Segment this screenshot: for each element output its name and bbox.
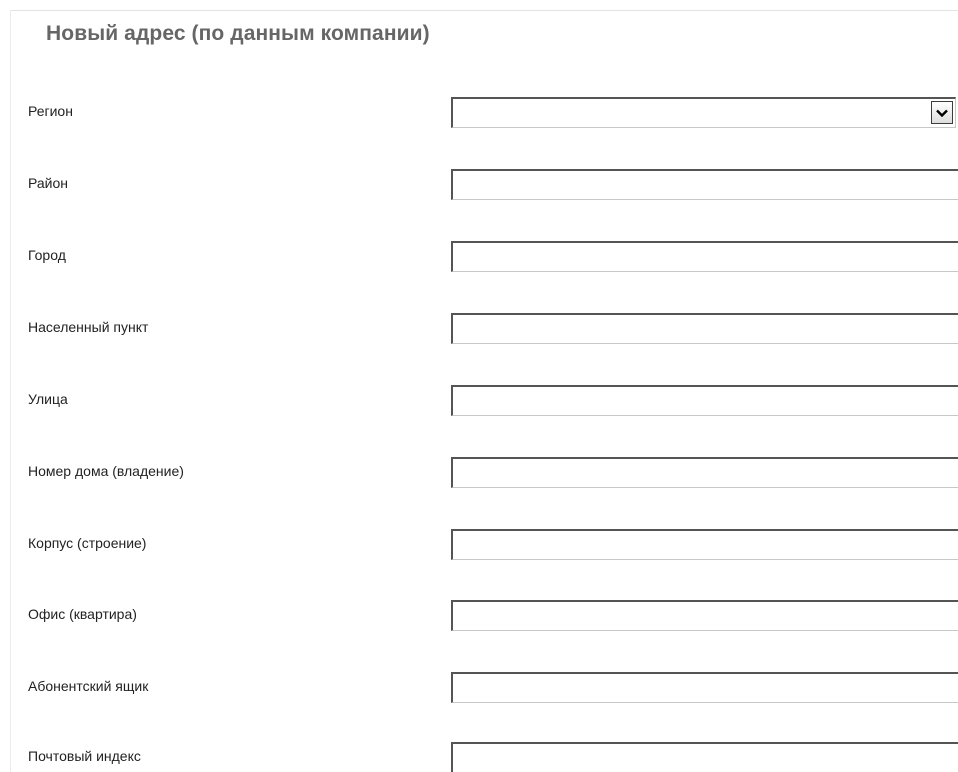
form-row-building: Корпус (строение)	[0, 529, 958, 563]
district-label: Район	[28, 175, 68, 191]
postal-code-label: Почтовый индекс	[28, 748, 141, 764]
house-label: Номер дома (владение)	[28, 463, 184, 479]
form-row-city: Город	[0, 241, 958, 275]
chevron-down-icon	[936, 109, 948, 117]
form-row-postal-code: Почтовый индекс	[0, 742, 958, 772]
form-row-office: Офис (квартира)	[0, 600, 958, 634]
postal-code-field[interactable]	[451, 742, 958, 772]
form-row-street: Улица	[0, 385, 958, 419]
house-number-field[interactable]	[451, 457, 958, 488]
region-select[interactable]	[451, 97, 956, 128]
building-field[interactable]	[451, 529, 958, 560]
po-box-label: Абонентский ящик	[28, 678, 149, 694]
address-form-page: Новый адрес (по данным компании) Регион …	[0, 0, 958, 772]
city-label: Город	[28, 247, 66, 263]
form-row-po-box: Абонентский ящик	[0, 672, 958, 706]
form-row-settlement: Населенный пункт	[0, 313, 958, 347]
settlement-label: Населенный пункт	[28, 319, 149, 335]
street-label: Улица	[28, 391, 68, 407]
office-label: Офис (квартира)	[28, 606, 137, 622]
office-field[interactable]	[451, 600, 958, 631]
po-box-field[interactable]	[451, 672, 958, 703]
top-divider	[10, 10, 958, 11]
region-label: Регион	[28, 103, 73, 119]
building-label: Корпус (строение)	[28, 535, 147, 551]
settlement-field[interactable]	[451, 313, 958, 344]
form-row-district: Район	[0, 169, 958, 203]
street-field[interactable]	[451, 385, 958, 416]
city-field[interactable]	[451, 241, 958, 272]
region-dropdown-button[interactable]	[931, 101, 953, 124]
form-row-house: Номер дома (владение)	[0, 457, 958, 491]
district-field[interactable]	[451, 169, 958, 200]
section-title: Новый адрес (по данным компании)	[46, 22, 430, 45]
form-row-region: Регион	[0, 97, 958, 131]
